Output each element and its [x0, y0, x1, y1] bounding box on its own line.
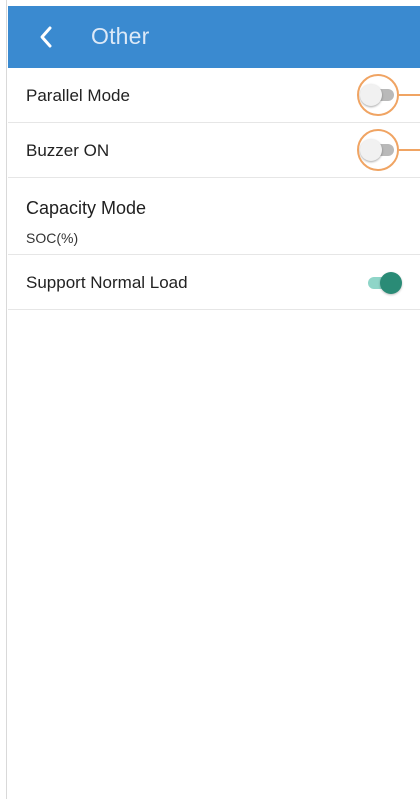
- parallel-mode-toggle[interactable]: [360, 83, 396, 107]
- chevron-left-icon: [40, 26, 52, 48]
- app-bar: Other: [8, 6, 420, 68]
- toggle-thumb: [360, 139, 382, 161]
- setting-row-parallel-mode: Parallel Mode: [8, 68, 420, 123]
- setting-row-capacity-mode[interactable]: Capacity Mode SOC(%): [8, 178, 420, 255]
- setting-value: SOC(%): [26, 230, 79, 246]
- setting-label: Support Normal Load: [26, 273, 188, 292]
- toggle-thumb: [360, 84, 382, 106]
- setting-row-support-normal-load: Support Normal Load: [8, 255, 420, 310]
- settings-screen: Other Parallel Mode Buzzer ON Capacity M…: [0, 0, 420, 799]
- setting-row-buzzer-on: Buzzer ON: [8, 123, 420, 178]
- support-normal-load-toggle[interactable]: [366, 271, 402, 295]
- setting-label: Buzzer ON: [26, 141, 110, 160]
- settings-list: Parallel Mode Buzzer ON Capacity Mode SO…: [8, 68, 420, 310]
- toggle-thumb: [380, 272, 402, 294]
- setting-label: Capacity Mode: [26, 198, 147, 218]
- back-button[interactable]: [32, 22, 62, 52]
- buzzer-on-toggle[interactable]: [360, 138, 396, 162]
- frame-edge: [0, 0, 7, 799]
- page-title: Other: [91, 23, 150, 49]
- setting-label: Parallel Mode: [26, 86, 130, 105]
